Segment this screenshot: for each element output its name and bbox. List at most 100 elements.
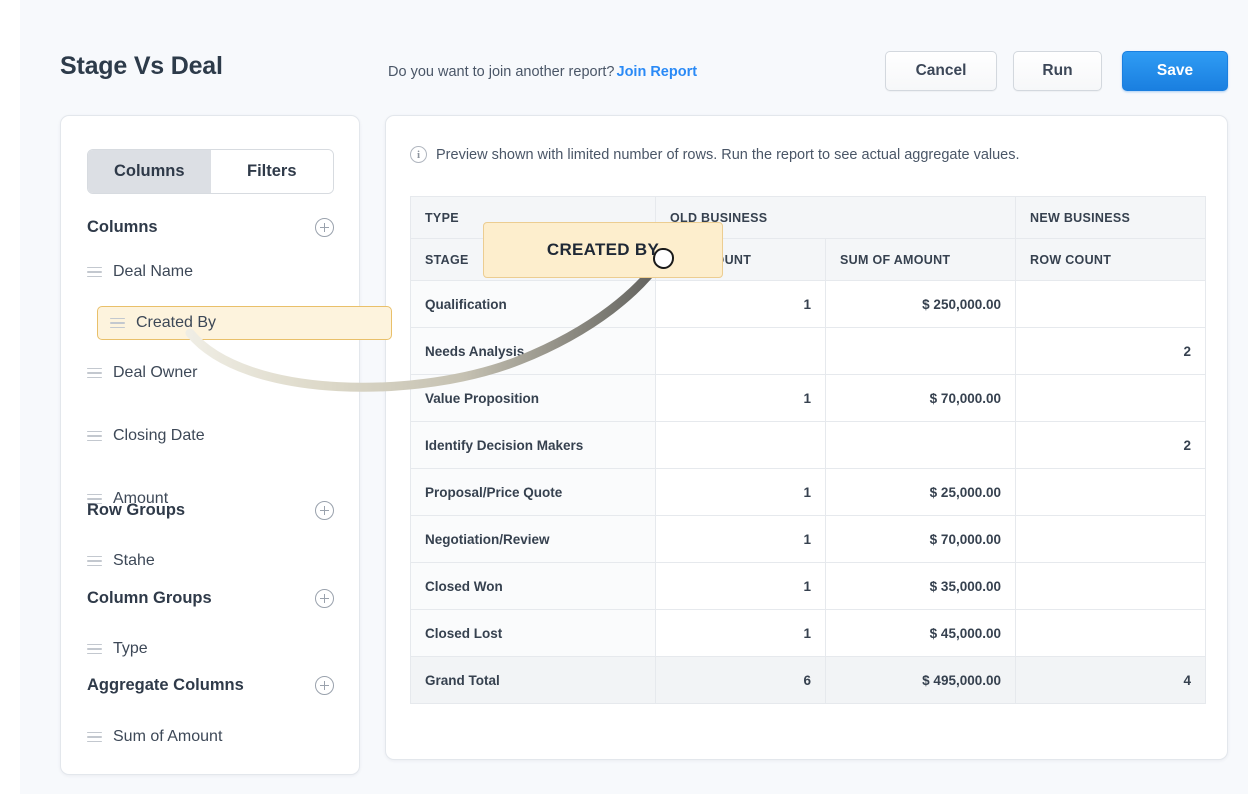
cell-old-sum: $ 25,000.00 <box>826 469 1016 516</box>
section-header-column-groups: Column Groups <box>87 589 334 608</box>
join-report-prompt: Do you want to join another report?Join … <box>388 64 697 80</box>
table-row: Needs Analysis 2 <box>411 328 1206 375</box>
field-label: Type <box>113 640 148 658</box>
drag-handle-icon[interactable] <box>87 644 102 655</box>
field-item-closing-date[interactable]: Closing Date <box>87 423 334 449</box>
section-title-column-groups: Column Groups <box>87 589 212 608</box>
cell-old-sum <box>826 328 1016 375</box>
cell-old-count: 6 <box>656 657 826 704</box>
field-label: Sum of Amount <box>113 728 222 746</box>
field-label: Deal Owner <box>113 364 197 382</box>
cell-new-count: 2 <box>1016 328 1206 375</box>
section-header-row-groups: Row Groups <box>87 501 334 520</box>
drag-handle-icon[interactable] <box>87 431 102 442</box>
section-title-row-groups: Row Groups <box>87 501 185 520</box>
field-label: Closing Date <box>113 427 205 445</box>
field-item-deal-name[interactable]: Deal Name <box>87 259 334 285</box>
cell-old-sum <box>826 422 1016 469</box>
header-sum-of-amount[interactable]: SUM OF AMOUNT <box>826 239 1016 281</box>
drag-handle-icon[interactable] <box>87 732 102 743</box>
cell-new-count: 2 <box>1016 422 1206 469</box>
field-label: Created By <box>136 314 216 332</box>
cell-stage: Closed Lost <box>411 610 656 657</box>
cell-old-sum: $ 70,000.00 <box>826 375 1016 422</box>
page-title: Stage Vs Deal <box>60 52 223 81</box>
cell-new-count <box>1016 563 1206 610</box>
field-item-sum-of-amount[interactable]: Sum of Amount <box>87 724 334 750</box>
cell-old-count: 1 <box>656 610 826 657</box>
section-title-aggregate-columns: Aggregate Columns <box>87 676 244 695</box>
section-header-aggregate-columns: Aggregate Columns <box>87 676 334 695</box>
table-row: Identify Decision Makers 2 <box>411 422 1206 469</box>
cell-old-count <box>656 328 826 375</box>
section-title-columns: Columns <box>87 218 158 237</box>
table-row: Closed Lost 1 $ 45,000.00 <box>411 610 1206 657</box>
table-row: Proposal/Price Quote 1 $ 25,000.00 <box>411 469 1206 516</box>
header-new-row-count[interactable]: ROW COUNT <box>1016 239 1206 281</box>
cell-old-sum: $ 495,000.00 <box>826 657 1016 704</box>
cell-old-count: 1 <box>656 563 826 610</box>
info-circle-icon: i <box>410 146 427 163</box>
cell-stage: Qualification <box>411 281 656 328</box>
add-row-group-plus-circle-icon[interactable] <box>315 501 334 520</box>
cell-stage: Identify Decision Makers <box>411 422 656 469</box>
cell-old-count: 1 <box>656 516 826 563</box>
app-root: Stage Vs Deal Do you want to join anothe… <box>0 0 1248 794</box>
table-body: Qualification 1 $ 250,000.00 Needs Analy… <box>411 281 1206 704</box>
header-group-new-business[interactable]: NEW BUSINESS <box>1016 197 1206 239</box>
add-aggregate-column-plus-circle-icon[interactable] <box>315 676 334 695</box>
save-button[interactable]: Save <box>1122 51 1228 91</box>
field-item-created-by[interactable]: Created By <box>97 306 392 340</box>
page-header: Stage Vs Deal Do you want to join anothe… <box>0 0 1248 115</box>
cell-stage: Needs Analysis <box>411 328 656 375</box>
cell-new-count <box>1016 281 1206 328</box>
table-row: Qualification 1 $ 250,000.00 <box>411 281 1206 328</box>
cell-old-sum: $ 45,000.00 <box>826 610 1016 657</box>
drag-handle-icon[interactable] <box>110 318 125 329</box>
drag-ghost-created-by[interactable]: CREATED BY <box>483 222 723 278</box>
cell-old-count: 1 <box>656 281 826 328</box>
sidebar-tabs: Columns Filters <box>87 149 334 194</box>
field-item-deal-owner[interactable]: Deal Owner <box>87 360 334 386</box>
cell-new-count <box>1016 375 1206 422</box>
add-column-group-plus-circle-icon[interactable] <box>315 589 334 608</box>
report-preview-panel: i Preview shown with limited number of r… <box>385 115 1228 760</box>
tab-columns[interactable]: Columns <box>88 150 211 193</box>
cell-old-sum: $ 70,000.00 <box>826 516 1016 563</box>
section-header-columns: Columns <box>87 218 334 237</box>
cell-stage: Closed Won <box>411 563 656 610</box>
cell-old-count <box>656 422 826 469</box>
join-report-link[interactable]: Join Report <box>617 64 698 80</box>
field-item-type[interactable]: Type <box>87 636 334 662</box>
table-row: Negotiation/Review 1 $ 70,000.00 <box>411 516 1206 563</box>
drag-cursor-icon <box>653 248 674 269</box>
preview-notice: i Preview shown with limited number of r… <box>410 146 1020 163</box>
preview-notice-text: Preview shown with limited number of row… <box>436 147 1020 163</box>
drag-handle-icon[interactable] <box>87 267 102 278</box>
cell-new-count <box>1016 469 1206 516</box>
cell-new-count <box>1016 610 1206 657</box>
cell-new-count: 4 <box>1016 657 1206 704</box>
cell-stage: Grand Total <box>411 657 656 704</box>
page-left-edge <box>0 0 20 794</box>
cell-stage: Value Proposition <box>411 375 656 422</box>
join-report-text: Do you want to join another report? <box>388 64 615 80</box>
add-column-plus-circle-icon[interactable] <box>315 218 334 237</box>
field-item-stahe[interactable]: Stahe <box>87 548 334 574</box>
cell-old-count: 1 <box>656 375 826 422</box>
table-row-grand-total: Grand Total 6 $ 495,000.00 4 <box>411 657 1206 704</box>
table-row: Closed Won 1 $ 35,000.00 <box>411 563 1206 610</box>
table-row: Value Proposition 1 $ 70,000.00 <box>411 375 1206 422</box>
cell-stage: Proposal/Price Quote <box>411 469 656 516</box>
cell-old-count: 1 <box>656 469 826 516</box>
cell-stage: Negotiation/Review <box>411 516 656 563</box>
drag-handle-icon[interactable] <box>87 368 102 379</box>
cell-new-count <box>1016 516 1206 563</box>
run-button[interactable]: Run <box>1013 51 1102 91</box>
report-builder-sidebar: Columns Filters Columns Deal Name Create… <box>60 115 360 775</box>
cancel-button[interactable]: Cancel <box>885 51 997 91</box>
tab-filters[interactable]: Filters <box>211 150 334 193</box>
cell-old-sum: $ 250,000.00 <box>826 281 1016 328</box>
drag-handle-icon[interactable] <box>87 556 102 567</box>
field-label: Stahe <box>113 552 155 570</box>
